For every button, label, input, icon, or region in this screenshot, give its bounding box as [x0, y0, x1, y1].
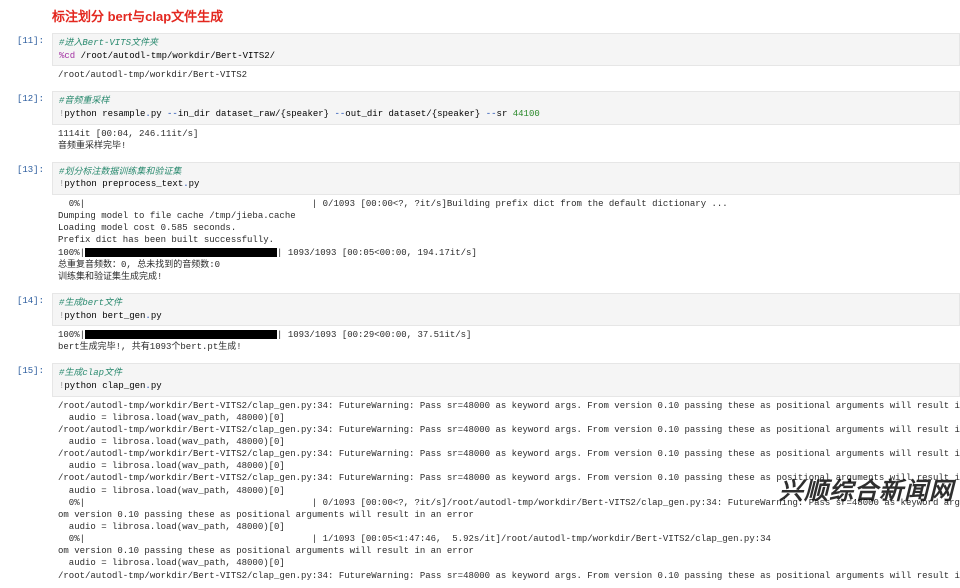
section-heading: 标注划分 bert与clap文件生成	[52, 6, 960, 25]
cell-body: #进入Bert-VITS文件夹 %cd /root/autodl-tmp/wor…	[52, 33, 960, 87]
notebook-cell: [11]:#进入Bert-VITS文件夹 %cd /root/autodl-tm…	[0, 33, 960, 87]
cell-input[interactable]: #生成clap文件 !python clap_gen.py	[52, 363, 960, 396]
cell-output: 100%|| 1093/1093 [00:29<00:00, 37.51it/s…	[52, 326, 960, 359]
notebook-cell: [14]:#生成bert文件 !python bert_gen.py100%||…	[0, 293, 960, 359]
cell-prompt: [12]:	[0, 91, 52, 157]
cell-body: #划分标注数据训练集和验证集 !python preprocess_text.p…	[52, 162, 960, 289]
cell-body: #音频重采样 !python resample.py --in_dir data…	[52, 91, 960, 157]
cell-body: #生成bert文件 !python bert_gen.py100%|| 1093…	[52, 293, 960, 359]
cell-prompt: [11]:	[0, 33, 52, 87]
cell-input[interactable]: #音频重采样 !python resample.py --in_dir data…	[52, 91, 960, 124]
cell-input[interactable]: #进入Bert-VITS文件夹 %cd /root/autodl-tmp/wor…	[52, 33, 960, 66]
cell-prompt: [13]:	[0, 162, 52, 289]
cell-prompt: [14]:	[0, 293, 52, 359]
cell-output: 0%| | 0/1093 [00:00<?, ?it/s]Building pr…	[52, 195, 960, 289]
cell-output: 1114it [00:04, 246.11it/s] 音频重采样完毕!	[52, 125, 960, 158]
watermark-text: 兴顺综合新闻网	[779, 471, 954, 506]
notebook-cell: [13]:#划分标注数据训练集和验证集 !python preprocess_t…	[0, 162, 960, 289]
cell-output: /root/autodl-tmp/workdir/Bert-VITS2	[52, 66, 960, 87]
cell-prompt: [15]:	[0, 363, 52, 587]
notebook-cell: [12]:#音频重采样 !python resample.py --in_dir…	[0, 91, 960, 157]
cell-input[interactable]: #生成bert文件 !python bert_gen.py	[52, 293, 960, 326]
cell-input[interactable]: #划分标注数据训练集和验证集 !python preprocess_text.p…	[52, 162, 960, 195]
